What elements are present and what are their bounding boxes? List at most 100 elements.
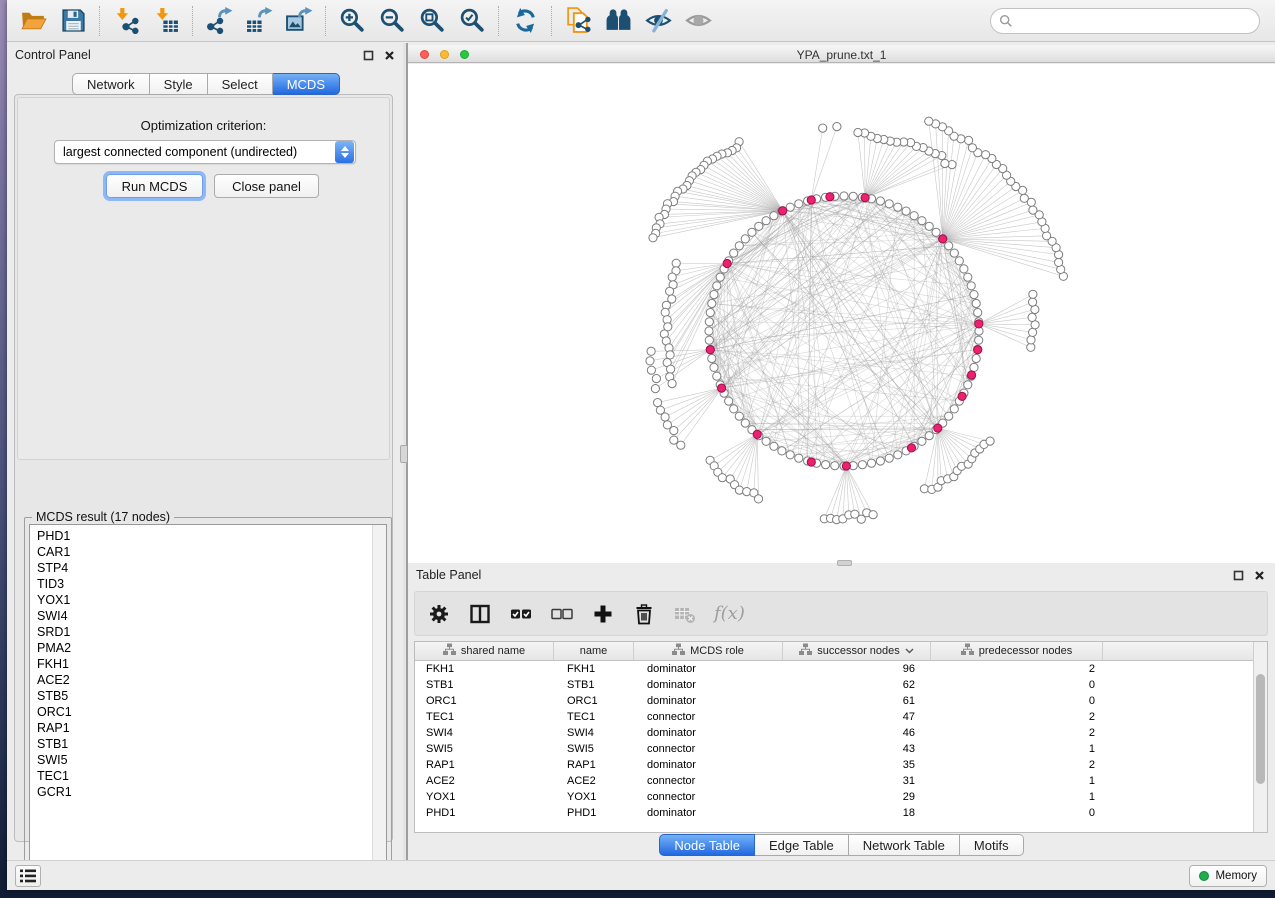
- mcds-list-scrollbar[interactable]: [372, 525, 386, 876]
- tab-style[interactable]: Style: [150, 73, 208, 95]
- network-graph[interactable]: [408, 64, 1275, 563]
- mcds-result-item[interactable]: PMA2: [30, 640, 386, 656]
- hide-graphics-details-icon[interactable]: [638, 4, 678, 38]
- network-canvas[interactable]: [408, 64, 1275, 563]
- network-view-titlebar[interactable]: YPA_prune.txt_1: [408, 45, 1275, 63]
- table-panel-title: Table Panel: [416, 568, 1225, 582]
- tab-mcds[interactable]: MCDS: [273, 73, 340, 95]
- clone-network-icon[interactable]: [558, 4, 598, 38]
- close-table-panel-icon[interactable]: [1251, 567, 1267, 583]
- column-header-predecessor-nodes[interactable]: predecessor nodes: [931, 642, 1103, 660]
- mcds-result-item[interactable]: STB5: [30, 688, 386, 704]
- table-cell: ACE2: [554, 773, 634, 789]
- close-panel-icon[interactable]: [381, 47, 397, 63]
- mcds-result-item[interactable]: ORC1: [30, 704, 386, 720]
- control-panel-title: Control Panel: [15, 48, 355, 62]
- column-layout-icon[interactable]: [468, 602, 492, 626]
- zoom-in-icon[interactable]: [332, 4, 372, 38]
- add-column-icon[interactable]: [591, 602, 615, 626]
- search-input[interactable]: [990, 8, 1260, 34]
- search-network-icon[interactable]: [598, 4, 638, 38]
- mcds-result-list[interactable]: PHD1CAR1STP4TID3YOX1SWI4SRD1PMA2FKH1ACE2…: [29, 524, 387, 877]
- table-row[interactable]: TEC1TEC1connector472: [415, 709, 1254, 725]
- run-mcds-button[interactable]: Run MCDS: [106, 174, 203, 198]
- zoom-out-icon[interactable]: [372, 4, 412, 38]
- mcds-result-item[interactable]: STB1: [30, 736, 386, 752]
- mcds-result-item[interactable]: RAP1: [30, 720, 386, 736]
- show-graphics-details-icon[interactable]: [678, 4, 718, 38]
- export-image-icon[interactable]: [279, 4, 319, 38]
- horizontal-splitter-handle[interactable]: [837, 560, 852, 566]
- column-header-name[interactable]: name: [554, 642, 634, 660]
- table-row[interactable]: ACE2ACE2connector311: [415, 773, 1254, 789]
- table-row[interactable]: ORC1ORC1dominator610: [415, 693, 1254, 709]
- mcds-result-item[interactable]: CAR1: [30, 544, 386, 560]
- mcds-result-item[interactable]: TID3: [30, 576, 386, 592]
- mcds-result-item[interactable]: GCR1: [30, 784, 386, 800]
- table-cell: connector: [634, 709, 783, 725]
- table-cell: TEC1: [554, 709, 634, 725]
- mcds-result-item[interactable]: FKH1: [30, 656, 386, 672]
- float-panel-icon[interactable]: [360, 47, 376, 63]
- mcds-result-item[interactable]: STP4: [30, 560, 386, 576]
- task-history-button[interactable]: [15, 865, 41, 887]
- open-file-icon[interactable]: [13, 4, 53, 38]
- float-table-panel-icon[interactable]: [1230, 567, 1246, 583]
- table-row[interactable]: YOX1YOX1connector291: [415, 789, 1254, 805]
- import-network-icon[interactable]: [106, 4, 146, 38]
- table-cell: connector: [634, 741, 783, 757]
- table-row[interactable]: RAP1RAP1dominator352: [415, 757, 1254, 773]
- table-cell: 29: [783, 789, 931, 805]
- table-panel-tabs: Node TableEdge TableNetwork TableMotifs: [408, 834, 1275, 856]
- export-network-icon[interactable]: [199, 4, 239, 38]
- export-table-icon[interactable]: [239, 4, 279, 38]
- select-all-icon[interactable]: [509, 602, 533, 626]
- mcds-result-item[interactable]: SRD1: [30, 624, 386, 640]
- zoom-selected-icon[interactable]: [452, 4, 492, 38]
- mcds-result-item[interactable]: SWI5: [30, 752, 386, 768]
- mcds-result-item[interactable]: SWI4: [30, 608, 386, 624]
- table-row[interactable]: SWI5SWI5connector431: [415, 741, 1254, 757]
- tab-edge-table[interactable]: Edge Table: [755, 834, 849, 856]
- mcds-result-title: MCDS result (17 nodes): [32, 510, 174, 524]
- import-table-icon[interactable]: [146, 4, 186, 38]
- table-scrollbar[interactable]: [1253, 642, 1267, 832]
- table-scrollbar-thumb[interactable]: [1256, 674, 1265, 784]
- toolbar-separator: [551, 6, 552, 36]
- memory-button[interactable]: Memory: [1189, 865, 1267, 887]
- column-header-filler: [1103, 642, 1254, 660]
- column-header-shared-name[interactable]: shared name: [415, 642, 554, 660]
- criterion-select[interactable]: largest connected component (undirected): [54, 140, 356, 164]
- delete-column-icon[interactable]: [632, 602, 656, 626]
- node-table: shared namenameMCDS rolesuccessor nodesp…: [414, 641, 1268, 833]
- table-cell: 1: [931, 789, 1103, 805]
- tab-network[interactable]: Network: [72, 73, 150, 95]
- table-panel-titlebar: Table Panel: [408, 563, 1275, 587]
- table-cell: 1: [931, 773, 1103, 789]
- status-bar: Memory: [7, 860, 1275, 890]
- tab-node-table[interactable]: Node Table: [659, 834, 755, 856]
- criterion-selected-value: largest connected component (undirected): [55, 145, 335, 159]
- deselect-all-icon[interactable]: [550, 602, 574, 626]
- table-row[interactable]: PHD1PHD1dominator180: [415, 805, 1254, 821]
- mcds-result-item[interactable]: PHD1: [30, 528, 386, 544]
- table-cell: 2: [931, 709, 1103, 725]
- table-row[interactable]: STB1STB1dominator620: [415, 677, 1254, 693]
- table-row[interactable]: FKH1FKH1dominator962: [415, 661, 1254, 677]
- mcds-result-item[interactable]: TEC1: [30, 768, 386, 784]
- tab-motifs[interactable]: Motifs: [960, 834, 1024, 856]
- settings-gear-icon[interactable]: [427, 602, 451, 626]
- tab-select[interactable]: Select: [208, 73, 273, 95]
- zoom-fit-icon[interactable]: [412, 4, 452, 38]
- save-session-icon[interactable]: [53, 4, 93, 38]
- column-header-successor-nodes[interactable]: successor nodes: [783, 642, 931, 660]
- table-row[interactable]: SWI4SWI4dominator462: [415, 725, 1254, 741]
- mcds-result-item[interactable]: YOX1: [30, 592, 386, 608]
- list-icon: [19, 868, 37, 884]
- close-panel-button[interactable]: Close panel: [214, 174, 319, 198]
- refresh-icon[interactable]: [505, 4, 545, 38]
- column-header-MCDS-role[interactable]: MCDS role: [634, 642, 783, 660]
- sort-indicator-icon: [905, 645, 914, 657]
- tab-network-table[interactable]: Network Table: [849, 834, 960, 856]
- mcds-result-item[interactable]: ACE2: [30, 672, 386, 688]
